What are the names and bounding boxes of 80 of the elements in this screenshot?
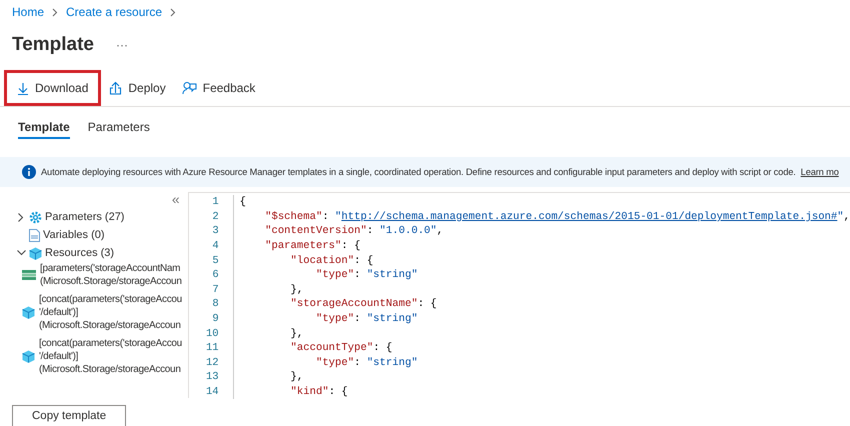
code-punct: , bbox=[844, 210, 850, 223]
code-punct: : bbox=[354, 313, 362, 326]
code-punct: : { bbox=[354, 254, 374, 267]
code-key: "kind" bbox=[240, 386, 329, 398]
code-key: "location" bbox=[240, 254, 354, 267]
code-punct: }, bbox=[290, 371, 304, 384]
tree-item[interactable]: Parameters (27) bbox=[45, 211, 124, 223]
code-string: "string" bbox=[366, 313, 418, 326]
gear-icon bbox=[29, 210, 42, 224]
tree-item[interactable]: Resources (3) bbox=[45, 247, 114, 259]
breadcrumb-link[interactable]: Home bbox=[12, 5, 44, 19]
line-number: 6 bbox=[188, 268, 234, 283]
tree-item[interactable]: [concat(parameters('storageAccou '/default')] (Microsoft.Storage/storageAccoun bbox=[39, 337, 182, 376]
line-number: 7 bbox=[188, 282, 234, 298]
chevron-right-icon bbox=[170, 8, 176, 16]
collapse-button[interactable]: « bbox=[172, 192, 180, 208]
line-number: 12 bbox=[188, 356, 234, 370]
line-number: 3 bbox=[188, 224, 234, 239]
line-number: 13 bbox=[188, 370, 234, 385]
tab[interactable]: Parameters bbox=[88, 117, 150, 137]
toolbar-button[interactable]: Deploy bbox=[101, 70, 174, 106]
code-key: "type" bbox=[240, 313, 354, 326]
code-punct: : bbox=[354, 356, 362, 369]
code-key: "accountType" bbox=[240, 342, 374, 354]
code-punct: { bbox=[240, 196, 246, 208]
storage-icon bbox=[22, 270, 36, 280]
line-number: 2 bbox=[188, 210, 234, 224]
code-string: "1.0.0.0" bbox=[380, 225, 437, 238]
chevron-right-icon[interactable] bbox=[18, 212, 24, 222]
code-punct: : { bbox=[328, 386, 348, 398]
code-punct: }, bbox=[290, 328, 304, 340]
code-punct: : { bbox=[418, 298, 437, 310]
code-string: "string" bbox=[366, 269, 418, 282]
toolbar-button[interactable]: Feedback bbox=[174, 70, 264, 106]
code-string: "string" bbox=[366, 356, 418, 369]
code-punct: : { bbox=[341, 240, 360, 252]
line-number: 5 bbox=[188, 253, 234, 268]
tree-item[interactable]: [concat(parameters('storageAccou '/default')] (Microsoft.Storage/storageAccoun bbox=[39, 293, 182, 332]
code-key: "contentVersion" bbox=[240, 225, 367, 238]
code-key: "type" bbox=[240, 356, 354, 369]
code-key: "storageAccountName" bbox=[240, 298, 418, 310]
cube-icon bbox=[22, 350, 35, 363]
cube-icon bbox=[29, 246, 42, 260]
chevron-down-icon[interactable] bbox=[16, 250, 26, 256]
code-punct: }, bbox=[290, 284, 304, 296]
info-icon bbox=[22, 165, 36, 179]
line-number: 1 bbox=[188, 195, 234, 210]
line-number: 14 bbox=[188, 384, 234, 400]
more-button[interactable]: ··· bbox=[116, 38, 128, 52]
code-punct: : { bbox=[373, 342, 392, 354]
code-punct: : bbox=[366, 225, 374, 238]
code-punct: : bbox=[354, 269, 362, 282]
chevron-right-icon bbox=[52, 8, 58, 16]
tree-item[interactable]: [parameters('storageAccountNam (Microsoft.Storage/storageAccoun bbox=[40, 262, 182, 288]
line-number: 11 bbox=[188, 340, 234, 356]
line-number: 8 bbox=[188, 297, 234, 312]
code-string: " bbox=[335, 210, 342, 223]
tab[interactable]: Template bbox=[18, 117, 70, 139]
page-title: Template bbox=[12, 34, 94, 56]
toolbar-button[interactable]: Download bbox=[4, 70, 102, 106]
line-number: 10 bbox=[188, 326, 234, 341]
code-link[interactable]: http://schema.management.azure.com/schemas/2015-01-01/deploymentTemplate.json# bbox=[341, 210, 838, 223]
code-string: " bbox=[837, 210, 844, 223]
code-punct: : bbox=[322, 210, 330, 223]
upload-icon bbox=[109, 81, 122, 95]
download-icon bbox=[17, 82, 29, 94]
code-key: "$schema" bbox=[240, 210, 322, 223]
line-number: 4 bbox=[188, 238, 234, 254]
feedback-icon bbox=[182, 81, 197, 95]
code-punct: , bbox=[436, 225, 444, 238]
cube-icon bbox=[22, 306, 35, 319]
copy-template-button[interactable]: Copy template bbox=[12, 405, 126, 426]
line-number: 9 bbox=[188, 312, 234, 326]
breadcrumb-link[interactable]: Create a resource bbox=[66, 5, 162, 19]
code-key: "parameters" bbox=[240, 240, 342, 252]
document-icon bbox=[29, 228, 40, 242]
code-key: "type" bbox=[240, 269, 354, 282]
tree-item[interactable]: Variables (0) bbox=[43, 229, 105, 241]
info-text: Automate deploying resources with Azure Resource Manager templates in a single, coordinated operation. Define resources and configurable input parameters and deploy with script or code. bbox=[41, 167, 796, 177]
learn-more-link[interactable]: Learn mo bbox=[800, 167, 839, 177]
